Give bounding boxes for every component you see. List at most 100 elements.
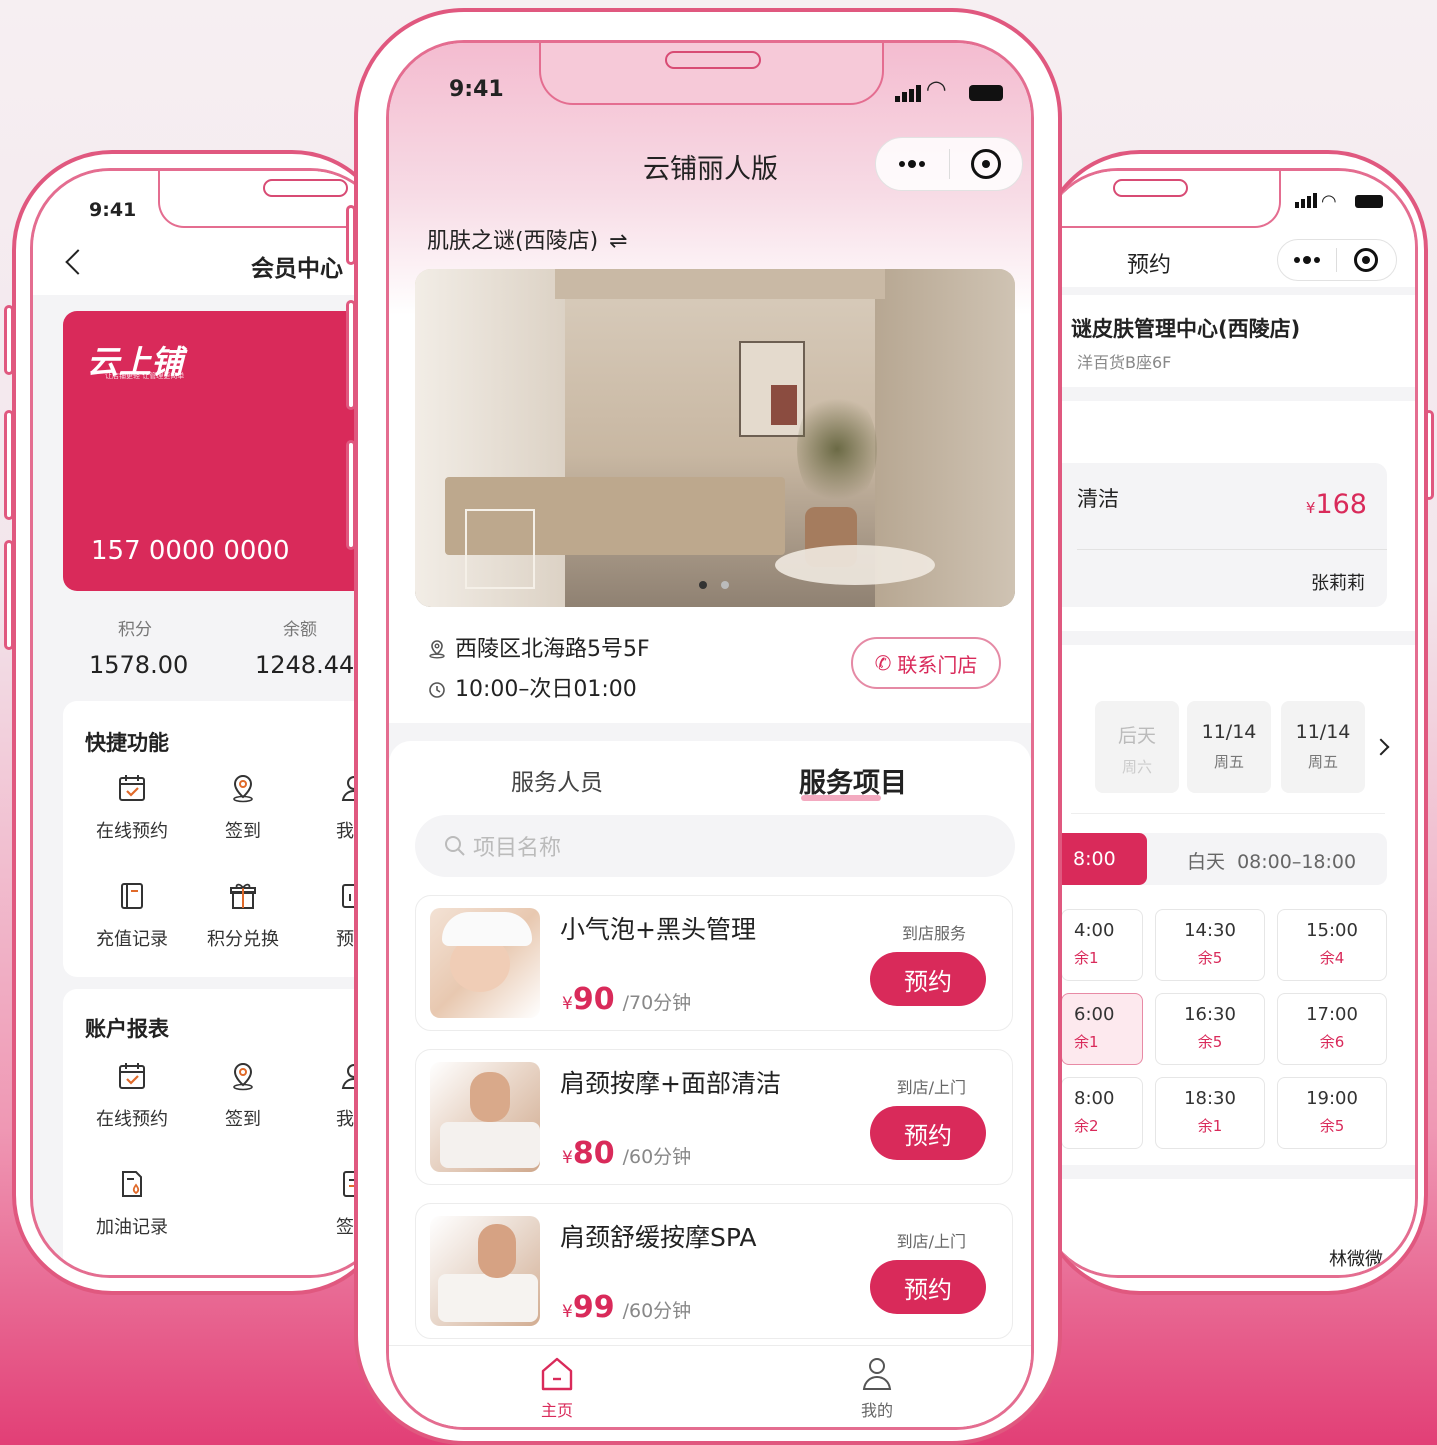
time-slot[interactable]: 18:30 余1: [1155, 1077, 1265, 1149]
book-button[interactable]: 预约: [870, 1260, 986, 1314]
stat-balance-label: 余额: [283, 620, 317, 640]
center-speaker: [665, 51, 761, 69]
service-tag: 到店/上门: [896, 1232, 966, 1251]
signal-icon: [1295, 193, 1317, 208]
store-name: 谜皮肤管理中心(西陵店): [1071, 317, 1301, 341]
time-slot-selected[interactable]: 6:00 余1: [1061, 993, 1143, 1065]
wifi-icon: ◠: [1321, 191, 1337, 212]
service-item[interactable]: 肩颈舒缓按摩SPA ¥99/60分钟 到店/上门 预约: [415, 1203, 1013, 1339]
calendar-check-icon: [119, 1063, 145, 1089]
service-item[interactable]: 小气泡+黑头管理 ¥90/70分钟 到店服务 预约: [415, 895, 1013, 1031]
page-title: 预约: [1127, 253, 1172, 278]
carousel-dot[interactable]: [721, 581, 729, 589]
mini-program-capsule[interactable]: [875, 137, 1023, 191]
report-label: 加油记录: [96, 1217, 168, 1238]
time-slot[interactable]: 17:00 余6: [1277, 993, 1387, 1065]
service-item[interactable]: 肩颈按摩+面部清洁 ¥80/60分钟 到店/上门 预约: [415, 1049, 1013, 1185]
report-label: 签到: [225, 1109, 261, 1130]
close-target-icon[interactable]: [970, 149, 1001, 179]
service-thumbnail: [430, 1216, 540, 1326]
location-pin-icon: [233, 774, 253, 803]
hours-row: 10:00–次日01:00: [427, 671, 637, 703]
location-pin-icon: [233, 1062, 253, 1091]
time-slot[interactable]: 14:30 余5: [1155, 909, 1265, 981]
fuel-doc-icon: [122, 1171, 142, 1197]
report-fuel-records[interactable]: 加油记录: [77, 1169, 187, 1239]
time-slot[interactable]: 15:00 余4: [1277, 909, 1387, 981]
contact-store-button[interactable]: ✆ 联系门店: [851, 637, 1001, 689]
service-tag: 到店/上门: [896, 1078, 966, 1097]
left-phone-screen: 9:41 会员中心 云上铺 让店铺更轻 让管理更简单 157 0000 0000…: [30, 168, 388, 1278]
page-title: 会员中心: [251, 256, 343, 282]
time-slot[interactable]: 4:00 余1: [1061, 909, 1143, 981]
battery-icon: [969, 85, 1003, 101]
right-phone-screen: ◠ 预约 谜皮肤管理中心(西陵店) 洋百货B座6F 清洁 ¥168 张莉莉 后天…: [1044, 168, 1418, 1278]
bottom-tabbar: [389, 1345, 1031, 1427]
right-notch: [1044, 171, 1281, 228]
signal-icon: [895, 85, 921, 102]
book-button[interactable]: 预约: [870, 952, 986, 1006]
more-icon[interactable]: [1278, 256, 1336, 264]
location-icon: [429, 640, 445, 659]
date-option[interactable]: 11/14 周五: [1187, 701, 1271, 793]
service-thumbnail: [430, 1062, 540, 1172]
quick-online-booking[interactable]: 在线预约: [77, 773, 187, 843]
close-target-icon[interactable]: [1354, 248, 1379, 272]
account-report-card: 账户报表 在线预约 签到 我的 加油记录 签到: [63, 989, 387, 1275]
status-time: 9:41: [449, 77, 504, 102]
right-phone: ◠ 预约 谜皮肤管理中心(西陵店) 洋百货B座6F 清洁 ¥168 张莉莉 后天…: [1040, 150, 1428, 1295]
date-option[interactable]: 11/14 周五: [1281, 701, 1365, 793]
report-online-booking[interactable]: 在线预约: [77, 1061, 187, 1131]
bottom-staff-name: 林微微: [1329, 1249, 1383, 1270]
tabbar-home[interactable]: 主页: [517, 1355, 597, 1421]
time-slot[interactable]: 19:00 余5: [1277, 1077, 1387, 1149]
member-card[interactable]: 云上铺 让店铺更轻 让管理更简单 157 0000 0000: [63, 311, 387, 591]
gift-icon: [230, 883, 256, 909]
search-placeholder: 项目名称: [473, 836, 562, 861]
card-phone: 157 0000 0000: [91, 536, 290, 566]
search-input[interactable]: 项目名称: [415, 815, 1015, 877]
home-icon: [541, 1357, 573, 1391]
time-slot[interactable]: 16:30 余5: [1155, 993, 1265, 1065]
mini-program-capsule[interactable]: [1277, 239, 1397, 281]
store-switcher[interactable]: 肌肤之谜(西陵店) ⇌: [427, 223, 628, 255]
quick-recharge-records[interactable]: 充值记录: [77, 881, 187, 951]
tabbar-mine[interactable]: 我的: [837, 1355, 917, 1421]
address-row: 西陵区北海路5号5F: [427, 631, 650, 663]
store-banner-image[interactable]: [415, 269, 1015, 607]
date-day-after-tomorrow: 后天 周六: [1095, 701, 1179, 793]
ledger-icon: [121, 883, 143, 909]
service-price: ¥168: [1305, 489, 1367, 520]
period-day[interactable]: 白天 08:00–18:00: [1187, 847, 1356, 874]
app-title: 云铺丽人版: [643, 154, 778, 185]
search-icon: [445, 836, 465, 856]
staff-name: 张莉莉: [1311, 573, 1365, 594]
stat-points-value: 1578.00: [89, 651, 189, 679]
right-speaker: [1113, 179, 1188, 197]
store-name: 肌肤之谜(西陵店): [427, 229, 599, 254]
center-notch: [539, 43, 884, 105]
stat-points-label: 积分: [118, 620, 152, 640]
carousel-dot-active[interactable]: [699, 581, 707, 589]
calendar-check-icon: [119, 775, 145, 801]
center-phone: 9:41 ◠ 云铺丽人版 肌肤之谜(西陵店) ⇌ 西陵区北海路5号5F 10:0…: [354, 8, 1062, 1445]
more-icon[interactable]: [876, 160, 949, 168]
service-price: ¥99/60分钟: [562, 1290, 692, 1325]
left-speaker: [263, 179, 348, 197]
book-button[interactable]: 预约: [870, 1106, 986, 1160]
tab-service-staff[interactable]: 服务人员: [511, 763, 603, 797]
quick-title: 快捷功能: [85, 731, 169, 755]
tab-underline: [801, 795, 881, 801]
user-icon: [862, 1358, 892, 1390]
quick-label: 在线预约: [96, 821, 168, 842]
time-slot[interactable]: 8:00 余2: [1061, 1077, 1143, 1149]
service-title: 肩颈按摩+面部清洁: [560, 1069, 781, 1098]
left-phone: 9:41 会员中心 云上铺 让店铺更轻 让管理更简单 157 0000 0000…: [12, 150, 392, 1295]
period-selector: 8:00 白天 08:00–18:00: [1044, 833, 1387, 885]
battery-icon: [1355, 195, 1383, 208]
report-checkin[interactable]: 签到: [188, 1061, 298, 1131]
service-name: 清洁: [1077, 487, 1119, 511]
quick-points-exchange[interactable]: 积分兑换: [188, 881, 298, 951]
quick-checkin[interactable]: 签到: [188, 773, 298, 843]
phone-icon: ✆: [874, 651, 892, 675]
